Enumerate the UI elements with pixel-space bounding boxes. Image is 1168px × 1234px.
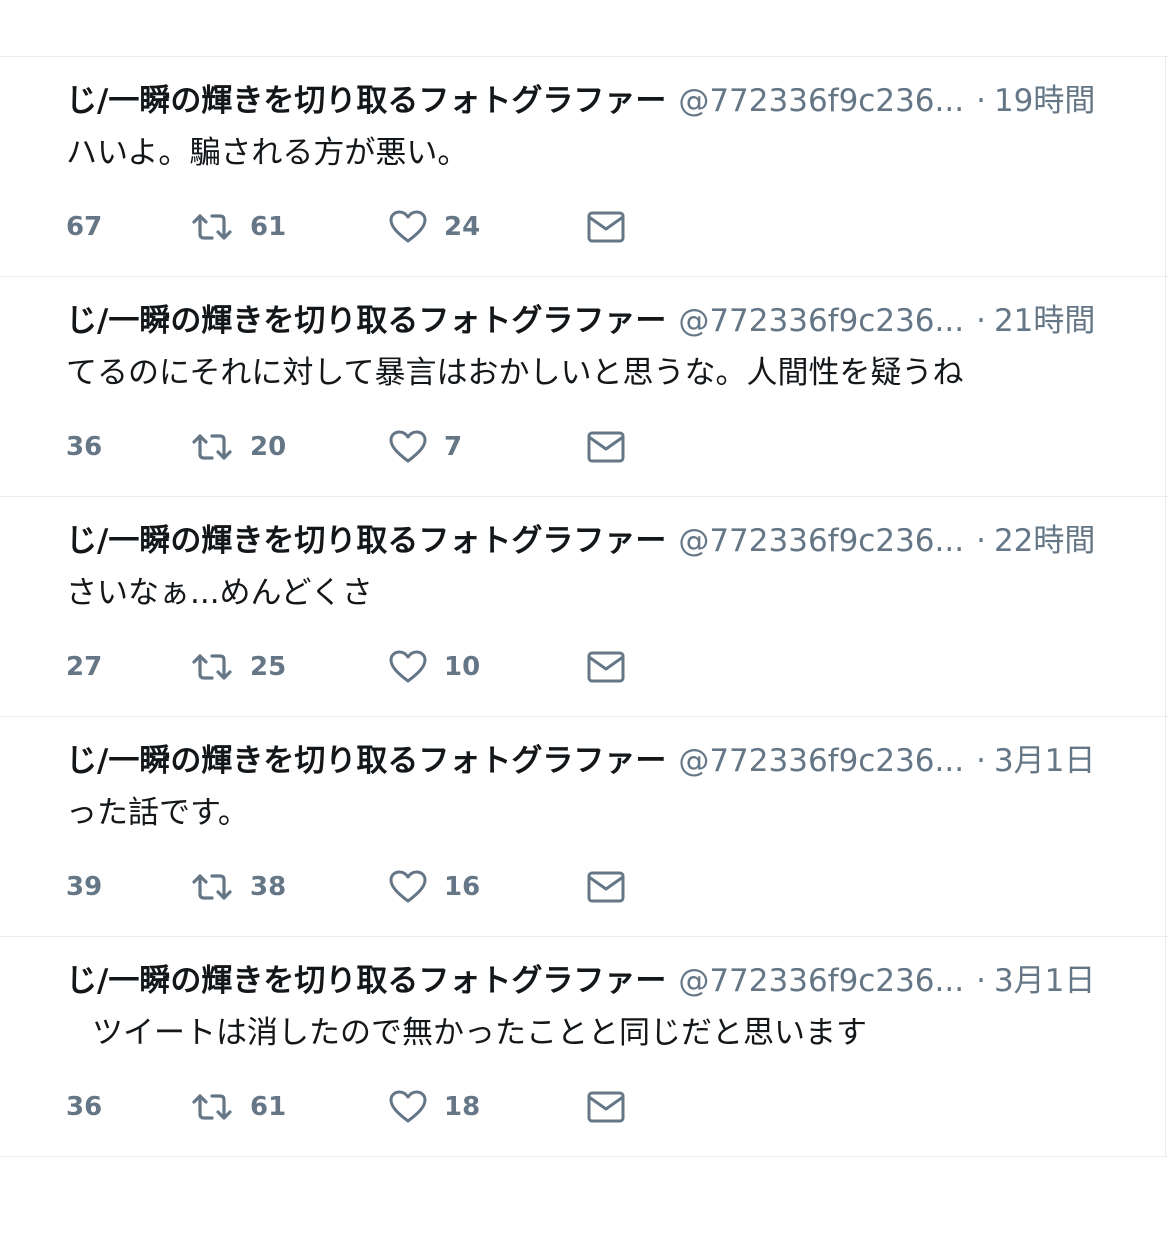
reply-button[interactable]: 67 <box>66 205 102 249</box>
reply-button[interactable]: 36 <box>66 425 102 469</box>
tweet-text: ツイートは消したので無かったことと同じだと思います <box>92 1015 867 1051</box>
like-count: 7 <box>444 432 463 462</box>
tweet-timestamp[interactable]: 22時間 <box>994 523 1095 559</box>
tweet-actions: 67 61 24 <box>66 205 666 249</box>
like-count: 10 <box>444 652 481 682</box>
retweet-button[interactable]: 61 <box>190 205 286 249</box>
separator-dot: · <box>976 963 986 999</box>
direct-message-button[interactable] <box>586 1085 626 1129</box>
reply-button[interactable]: 27 <box>66 645 102 689</box>
tweet-text: った話です。 <box>66 795 249 831</box>
like-count: 18 <box>444 1092 481 1122</box>
like-button[interactable]: 24 <box>388 205 480 249</box>
tweet-5[interactable]: じ/一瞬の輝きを切り取るフォトグラファー @772336f9c236... · 3月1… <box>0 937 1168 1157</box>
author-handle[interactable]: @772336f9c236... <box>678 523 964 559</box>
tweet-header: じ/一瞬の輝きを切り取るフォトグラファー @772336f9c236... · 3月1… <box>66 741 1095 781</box>
tweet-timestamp[interactable]: 3月1日 <box>994 743 1095 779</box>
separator-dot: · <box>976 303 986 339</box>
tweet-1[interactable]: じ/一瞬の輝きを切り取るフォトグラファー @772336f9c236... · 19時… <box>0 57 1168 277</box>
retweet-count: 61 <box>250 1092 287 1122</box>
tweet-header: じ/一瞬の輝きを切り取るフォトグラファー @772336f9c236... · 21時… <box>66 301 1095 341</box>
reply-count: 36 <box>66 432 103 462</box>
separator-dot: · <box>976 83 986 119</box>
retweet-button[interactable]: 25 <box>190 645 286 689</box>
author-name[interactable]: じ/一瞬の輝きを切り取るフォトグラファー <box>66 743 666 779</box>
heart-icon <box>388 649 428 685</box>
envelope-icon <box>586 210 626 244</box>
reply-count: 39 <box>66 872 103 902</box>
tweet-4[interactable]: じ/一瞬の輝きを切り取るフォトグラファー @772336f9c236... · 3月1… <box>0 717 1168 937</box>
heart-icon <box>388 869 428 905</box>
author-name[interactable]: じ/一瞬の輝きを切り取るフォトグラファー <box>66 303 666 339</box>
tweet-timestamp[interactable]: 19時間 <box>994 83 1095 119</box>
tweet-header: じ/一瞬の輝きを切り取るフォトグラファー @772336f9c236... · 3月1… <box>66 961 1095 1001</box>
retweet-count: 25 <box>250 652 287 682</box>
reply-button[interactable]: 39 <box>66 865 102 909</box>
retweet-button[interactable]: 20 <box>190 425 286 469</box>
like-count: 16 <box>444 872 481 902</box>
like-button[interactable]: 10 <box>388 645 480 689</box>
like-count: 24 <box>444 212 481 242</box>
author-handle[interactable]: @772336f9c236... <box>678 743 964 779</box>
envelope-icon <box>586 1090 626 1124</box>
retweet-count: 20 <box>250 432 287 462</box>
tweet-actions: 36 20 7 <box>66 425 666 469</box>
retweet-button[interactable]: 38 <box>190 865 286 909</box>
tweet-text: さいなぁ...めんどくさ <box>66 575 373 611</box>
retweet-icon <box>190 1090 234 1124</box>
heart-icon <box>388 209 428 245</box>
tweet-text: ハいよ。騙される方が悪い。 <box>66 135 469 171</box>
retweet-icon <box>190 650 234 684</box>
direct-message-button[interactable] <box>586 425 626 469</box>
direct-message-button[interactable] <box>586 205 626 249</box>
retweet-count: 38 <box>250 872 287 902</box>
retweet-icon <box>190 870 234 904</box>
retweet-icon <box>190 430 234 464</box>
separator-dot: · <box>976 743 986 779</box>
author-handle[interactable]: @772336f9c236... <box>678 303 964 339</box>
tweet-text: てるのにそれに対して暴言はおかしいと思うな。人間性を疑うね <box>66 355 964 391</box>
tweet-timestamp[interactable]: 21時間 <box>994 303 1095 339</box>
author-handle[interactable]: @772336f9c236... <box>678 963 964 999</box>
direct-message-button[interactable] <box>586 865 626 909</box>
like-button[interactable]: 16 <box>388 865 480 909</box>
reply-count: 67 <box>66 212 103 242</box>
envelope-icon <box>586 870 626 904</box>
like-button[interactable]: 18 <box>388 1085 480 1129</box>
reply-count: 27 <box>66 652 103 682</box>
tweet-header: じ/一瞬の輝きを切り取るフォトグラファー @772336f9c236... · 19時… <box>66 81 1095 121</box>
retweet-count: 61 <box>250 212 287 242</box>
envelope-icon <box>586 650 626 684</box>
direct-message-button[interactable] <box>586 645 626 689</box>
timeline: じ/一瞬の輝きを切り取るフォトグラファー @772336f9c236... · 19時… <box>0 56 1168 1157</box>
tweet-2[interactable]: じ/一瞬の輝きを切り取るフォトグラファー @772336f9c236... · 21時… <box>0 277 1168 497</box>
reply-button[interactable]: 36 <box>66 1085 102 1129</box>
like-button[interactable]: 7 <box>388 425 462 469</box>
author-name[interactable]: じ/一瞬の輝きを切り取るフォトグラファー <box>66 963 666 999</box>
tweet-actions: 36 61 18 <box>66 1085 666 1129</box>
tweet-actions: 39 38 16 <box>66 865 666 909</box>
tweet-timestamp[interactable]: 3月1日 <box>994 963 1095 999</box>
author-name[interactable]: じ/一瞬の輝きを切り取るフォトグラファー <box>66 523 666 559</box>
retweet-icon <box>190 210 234 244</box>
author-name[interactable]: じ/一瞬の輝きを切り取るフォトグラファー <box>66 83 666 119</box>
author-handle[interactable]: @772336f9c236... <box>678 83 964 119</box>
tweet-actions: 27 25 10 <box>66 645 666 689</box>
reply-count: 36 <box>66 1092 103 1122</box>
heart-icon <box>388 1089 428 1125</box>
tweet-header: じ/一瞬の輝きを切り取るフォトグラファー @772336f9c236... · 22時… <box>66 521 1095 561</box>
separator-dot: · <box>976 523 986 559</box>
retweet-button[interactable]: 61 <box>190 1085 286 1129</box>
tweet-3[interactable]: じ/一瞬の輝きを切り取るフォトグラファー @772336f9c236... · 22時… <box>0 497 1168 717</box>
heart-icon <box>388 429 428 465</box>
envelope-icon <box>586 430 626 464</box>
